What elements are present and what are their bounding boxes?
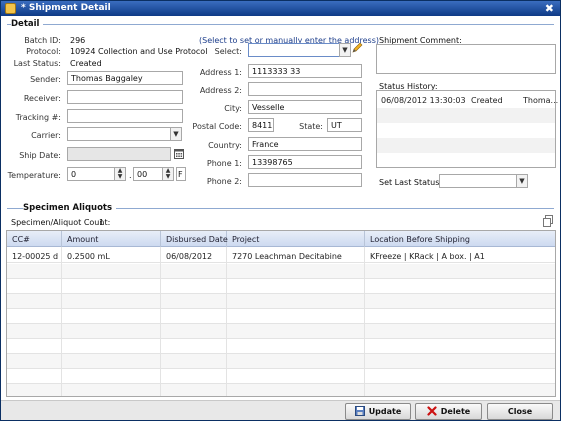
address1-field[interactable]: 1113333 33 bbox=[248, 64, 362, 78]
temperature-decimal-stepper[interactable]: ▲ ▼ bbox=[162, 167, 174, 181]
temperature-decimal-field[interactable]: 00 bbox=[133, 167, 163, 181]
cell-disbursed-date: 06/08/2012 bbox=[161, 248, 227, 263]
set-last-status-label: Set Last Status: bbox=[379, 178, 443, 187]
postal-code-field[interactable]: 84112 bbox=[248, 118, 274, 132]
city-field[interactable]: Vesselle bbox=[248, 100, 362, 114]
address1-label: Address 1: bbox=[199, 68, 242, 77]
shipment-detail-window: * Shipment Detail ✖ Detail Batch ID: 296… bbox=[0, 0, 561, 421]
state-label: State: bbox=[299, 122, 323, 131]
table-empty-row bbox=[7, 339, 555, 354]
address-select-label: Select: bbox=[214, 47, 242, 56]
calendar-icon[interactable] bbox=[174, 149, 184, 159]
status-history-list[interactable]: 06/08/2012 13:30:03 Created Thoma... bbox=[376, 90, 559, 168]
chevron-down-icon[interactable]: ▼ bbox=[339, 43, 351, 57]
table-empty-row bbox=[7, 294, 555, 309]
carrier-label: Carrier: bbox=[31, 131, 61, 140]
ship-date-label: Ship Date: bbox=[19, 151, 61, 160]
batch-id-label: Batch ID: bbox=[24, 36, 61, 45]
table-row[interactable]: 12-00025 d 0.2500 mL 06/08/2012 7270 Lea… bbox=[7, 248, 555, 263]
table-header: CC# Amount Disbursed Date Project Locati… bbox=[7, 231, 555, 247]
table-empty-row bbox=[7, 324, 555, 339]
table-empty-row bbox=[7, 354, 555, 369]
column-header-cc[interactable]: CC# bbox=[7, 231, 62, 247]
last-status-value: Created bbox=[70, 59, 102, 68]
history-date: 06/08/2012 13:30:03 bbox=[381, 96, 466, 105]
receiver-label: Receiver: bbox=[23, 94, 61, 103]
history-status: Created bbox=[471, 96, 503, 105]
phone2-field[interactable] bbox=[248, 173, 362, 187]
protocol-label: Protocol: bbox=[26, 47, 61, 56]
address2-field[interactable] bbox=[248, 82, 362, 96]
copy-icon[interactable] bbox=[543, 215, 553, 227]
cell-amount: 0.2500 mL bbox=[62, 248, 161, 263]
phone1-label: Phone 1: bbox=[206, 159, 242, 168]
update-button[interactable]: Update bbox=[345, 403, 411, 420]
column-divider bbox=[226, 247, 227, 396]
address-select[interactable] bbox=[248, 43, 340, 57]
temperature-integer-stepper[interactable]: ▲ ▼ bbox=[114, 167, 126, 181]
tracking-label: Tracking #: bbox=[15, 113, 61, 122]
cell-location: KFreeze | KRack | A box. | A1 bbox=[370, 252, 485, 261]
delete-x-icon bbox=[427, 406, 437, 416]
close-icon[interactable]: ✖ bbox=[545, 2, 554, 15]
shipment-comment-field[interactable] bbox=[376, 44, 556, 74]
ship-date-field[interactable] bbox=[67, 147, 171, 161]
column-header-project[interactable]: Project bbox=[227, 231, 365, 247]
status-history-empty-row bbox=[377, 138, 555, 153]
cell-project: 7270 Leachman Decitabine bbox=[227, 248, 365, 263]
tracking-field[interactable] bbox=[67, 109, 183, 123]
detail-section-line bbox=[7, 24, 554, 25]
update-button-label: Update bbox=[368, 407, 402, 416]
table-empty-row bbox=[7, 309, 555, 324]
window-title: * Shipment Detail bbox=[21, 3, 111, 13]
temperature-decimal-dot: . bbox=[129, 171, 132, 180]
aliquot-count-value: 1 bbox=[99, 218, 105, 227]
column-divider bbox=[160, 247, 161, 396]
sender-field[interactable]: Thomas Baggaley bbox=[67, 71, 183, 85]
close-button[interactable]: Close bbox=[487, 403, 553, 420]
aliquot-count-label: Specimen/Aliquot Count: bbox=[11, 218, 111, 227]
cell-cc: 12-00025 d bbox=[7, 248, 62, 263]
detail-section-title: Detail bbox=[11, 19, 44, 29]
batch-id-value: 296 bbox=[70, 36, 86, 45]
delete-button-label: Delete bbox=[440, 407, 471, 416]
aliquots-table[interactable]: CC# Amount Disbursed Date Project Locati… bbox=[6, 230, 556, 397]
address2-label: Address 2: bbox=[199, 86, 242, 95]
close-button-label: Close bbox=[507, 407, 533, 416]
table-empty-row bbox=[7, 264, 555, 279]
status-history-empty-row bbox=[377, 123, 555, 138]
last-status-label: Last Status: bbox=[13, 59, 61, 68]
set-last-status-select[interactable] bbox=[439, 174, 517, 188]
sender-label: Sender: bbox=[30, 75, 61, 84]
country-label: Country: bbox=[208, 141, 242, 150]
temperature-label: Temperature: bbox=[7, 171, 61, 180]
state-field[interactable]: UT bbox=[327, 118, 362, 132]
column-header-amount[interactable]: Amount bbox=[62, 231, 161, 247]
column-header-location[interactable]: Location Before Shipping bbox=[365, 231, 555, 247]
chevron-down-icon[interactable]: ▼ bbox=[516, 174, 528, 188]
column-divider bbox=[61, 247, 62, 396]
postal-code-label: Postal Code: bbox=[192, 122, 242, 131]
status-history-row[interactable]: 06/08/2012 13:30:03 Created Thoma... bbox=[377, 93, 559, 108]
table-empty-row bbox=[7, 279, 555, 294]
country-field[interactable]: France bbox=[248, 137, 362, 151]
aliquots-section-title: Specimen Aliquots bbox=[23, 203, 117, 213]
title-bar[interactable]: * Shipment Detail ✖ bbox=[1, 1, 560, 16]
column-divider bbox=[364, 247, 365, 396]
phone2-label: Phone 2: bbox=[206, 177, 242, 186]
history-user: Thoma... bbox=[523, 96, 559, 105]
column-header-disbursed-date[interactable]: Disbursed Date bbox=[161, 231, 228, 247]
delete-button[interactable]: Delete bbox=[415, 403, 482, 420]
phone1-field[interactable]: 13398765 bbox=[248, 155, 362, 169]
window-app-icon bbox=[5, 3, 16, 14]
table-empty-row bbox=[7, 369, 555, 384]
save-icon bbox=[354, 406, 365, 416]
carrier-select[interactable] bbox=[67, 127, 171, 141]
edit-pencil-icon[interactable] bbox=[351, 42, 363, 54]
status-history-empty-row bbox=[377, 108, 555, 123]
receiver-field[interactable] bbox=[67, 90, 183, 104]
temperature-integer-field[interactable]: 0 bbox=[67, 167, 115, 181]
city-label: City: bbox=[224, 104, 242, 113]
table-empty-row bbox=[7, 384, 555, 396]
